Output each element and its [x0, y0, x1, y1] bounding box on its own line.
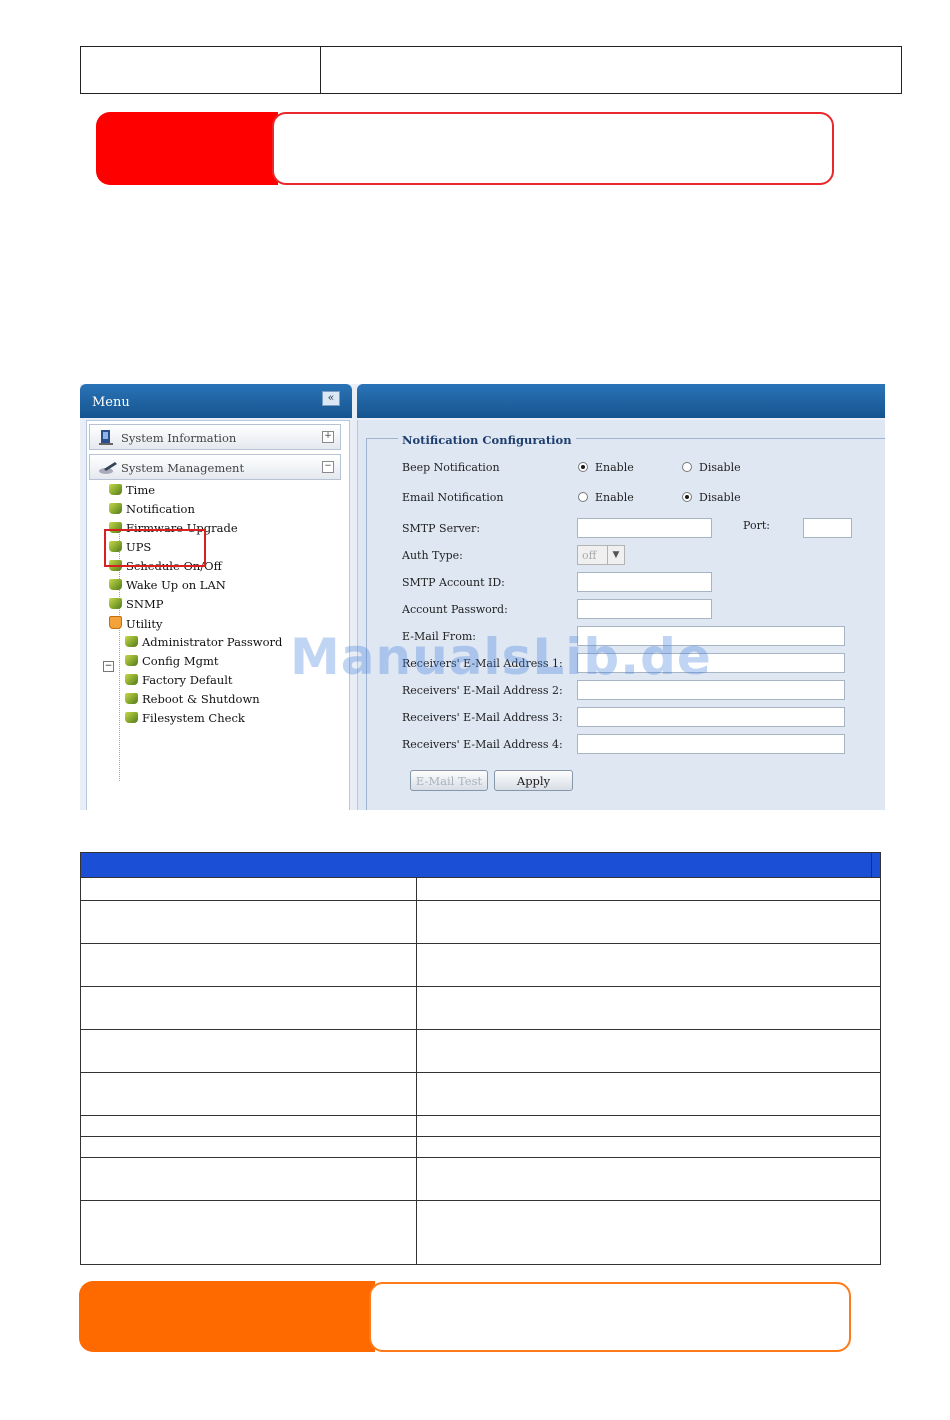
- receiver4-input[interactable]: [577, 734, 845, 754]
- description-table: [80, 852, 881, 1265]
- auth-type-label: Auth Type:: [402, 549, 463, 562]
- smtp-server-label: SMTP Server:: [402, 522, 481, 535]
- account-password-input[interactable]: [577, 599, 712, 619]
- radio-label: Disable: [699, 461, 741, 474]
- table-row: [81, 877, 880, 901]
- section-system-management[interactable]: System Management −: [89, 454, 341, 480]
- port-label: Port:: [743, 519, 770, 532]
- smtp-server-input[interactable]: [577, 518, 712, 538]
- radio-label: Disable: [699, 491, 741, 504]
- table-row: [81, 901, 880, 944]
- folder-icon: [109, 616, 122, 629]
- apply-button[interactable]: Apply: [494, 770, 573, 791]
- email-disable-radio[interactable]: [682, 492, 692, 502]
- menu-item-filesystem-check[interactable]: Filesystem Check: [125, 711, 245, 727]
- table-row: [81, 987, 880, 1030]
- header-table: [80, 46, 902, 94]
- header-table-divider: [320, 47, 321, 93]
- menu-header: Menu «: [80, 384, 352, 418]
- section-label: System Management: [121, 461, 245, 475]
- beep-label: Beep Notification: [402, 461, 500, 474]
- tools-icon: [99, 460, 117, 475]
- header-edge: [871, 853, 872, 877]
- monitor-icon: [99, 430, 113, 445]
- radio-label: Enable: [595, 461, 634, 474]
- module-icon: [125, 693, 138, 704]
- menu-item-wake-on-lan[interactable]: Wake Up on LAN: [109, 578, 226, 594]
- menu-item-admin-password[interactable]: Administrator Password: [125, 635, 282, 651]
- table-row: [81, 1137, 880, 1158]
- account-password-label: Account Password:: [402, 603, 508, 616]
- select-value: off: [582, 549, 597, 562]
- menu-item-snmp[interactable]: SNMP: [109, 597, 163, 613]
- table-row: [81, 1030, 880, 1073]
- tip-box: [369, 1282, 851, 1352]
- watermark: ManualsLib.de: [290, 628, 712, 686]
- menu-item-factory-default[interactable]: Factory Default: [125, 673, 233, 689]
- table-row: [81, 944, 880, 987]
- module-icon: [109, 503, 122, 514]
- email-enable-radio[interactable]: [578, 492, 588, 502]
- sidebar-menu: System Information + System Management −…: [86, 420, 350, 810]
- module-icon: [109, 484, 122, 495]
- port-input[interactable]: [803, 518, 852, 538]
- smtp-account-input[interactable]: [577, 572, 712, 592]
- tip-label-tab: [79, 1281, 375, 1352]
- menu-title: Menu: [92, 395, 130, 410]
- chevron-down-icon: ▼: [607, 546, 624, 564]
- receiver3-label: Receivers' E-Mail Address 3:: [402, 711, 563, 724]
- module-icon: [125, 674, 138, 685]
- collapse-menu-icon[interactable]: «: [322, 391, 340, 406]
- module-icon: [125, 712, 138, 723]
- note-box: [272, 112, 834, 185]
- table-row: [81, 1116, 880, 1137]
- email-test-button[interactable]: E-Mail Test: [410, 770, 488, 791]
- highlight-box: [104, 529, 206, 567]
- smtp-account-label: SMTP Account ID:: [402, 576, 505, 589]
- expand-icon[interactable]: +: [322, 431, 334, 443]
- collapse-icon[interactable]: −: [322, 461, 334, 473]
- module-icon: [125, 636, 138, 647]
- module-icon: [109, 579, 122, 590]
- table-row: [81, 1158, 880, 1201]
- section-label: System Information: [121, 431, 237, 445]
- beep-disable-radio[interactable]: [682, 462, 692, 472]
- auth-type-select[interactable]: off ▼: [577, 545, 625, 565]
- module-icon: [109, 598, 122, 609]
- menu-item-time[interactable]: Time: [109, 483, 155, 499]
- menu-item-utility[interactable]: Utility: [109, 616, 162, 632]
- module-icon: [125, 655, 138, 666]
- collapse-tree-icon[interactable]: −: [103, 661, 114, 672]
- receiver3-input[interactable]: [577, 707, 845, 727]
- notification-screenshot: Menu « System Information + System Manag…: [80, 384, 885, 810]
- menu-item-reboot-shutdown[interactable]: Reboot & Shutdown: [125, 692, 260, 708]
- table-header: [81, 853, 880, 878]
- note-label-tab: [96, 112, 278, 185]
- menu-item-notification[interactable]: Notification: [109, 502, 195, 518]
- receiver4-label: Receivers' E-Mail Address 4:: [402, 738, 563, 751]
- beep-enable-radio[interactable]: [578, 462, 588, 472]
- menu-item-config-mgmt[interactable]: Config Mgmt: [125, 654, 218, 670]
- content-header: [357, 384, 885, 418]
- email-label: Email Notification: [402, 491, 504, 504]
- fieldset-legend: Notification Configuration: [398, 433, 576, 447]
- section-system-information[interactable]: System Information +: [89, 424, 341, 450]
- notification-panel: Notification Configuration Beep Notifica…: [357, 420, 885, 810]
- table-row: [81, 1073, 880, 1116]
- radio-label: Enable: [595, 491, 634, 504]
